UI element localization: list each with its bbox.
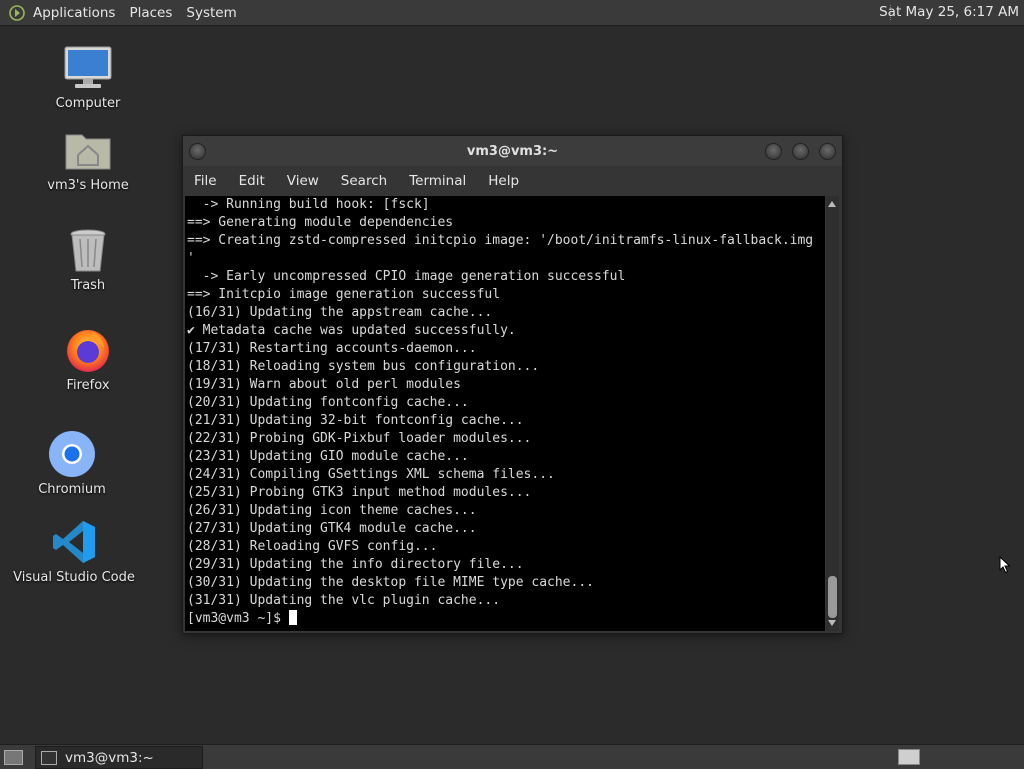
menu-terminal[interactable]: Terminal bbox=[409, 173, 466, 189]
trash-icon bbox=[63, 226, 113, 274]
terminal-scrollbar[interactable] bbox=[826, 196, 839, 631]
firefox-icon bbox=[63, 326, 113, 374]
terminal-line: ==> Generating module dependencies bbox=[187, 215, 454, 230]
desktop-icon-chromium[interactable]: Chromium bbox=[32, 430, 112, 497]
desktop-icon-label: vm3's Home bbox=[47, 178, 129, 193]
terminal-output[interactable]: -> Running build hook: [fsck] ==> Genera… bbox=[185, 196, 825, 631]
scrollbar-thumb[interactable] bbox=[828, 576, 837, 618]
window-menubar: File Edit View Search Terminal Help bbox=[183, 166, 842, 196]
terminal-line: (28/31) Reloading GVFS config... bbox=[187, 539, 438, 554]
desktop-icon-firefox[interactable]: Firefox bbox=[48, 326, 128, 393]
desktop-icon-label: Computer bbox=[55, 96, 121, 111]
terminal-line: -> Running build hook: [fsck] bbox=[187, 197, 430, 212]
desktop-icon-label: Trash bbox=[70, 278, 106, 293]
taskbar-window-button[interactable]: vm3@vm3:~ bbox=[35, 746, 203, 769]
chromium-icon bbox=[47, 430, 97, 478]
menu-view[interactable]: View bbox=[287, 173, 319, 189]
top-panel: Applications Places System Sat May 25, 6… bbox=[0, 0, 1024, 26]
terminal-line: (31/31) Updating the vlc plugin cache... bbox=[187, 593, 501, 608]
mouse-pointer-icon bbox=[999, 556, 1011, 574]
terminal-icon bbox=[41, 750, 57, 765]
terminal-line: ==> Creating zstd-compressed initcpio im… bbox=[187, 233, 814, 248]
menu-help[interactable]: Help bbox=[488, 173, 519, 189]
terminal-line: ✔ Metadata cache was updated successfull… bbox=[187, 323, 516, 338]
desktop-icon-label: Chromium bbox=[38, 482, 106, 497]
close-button[interactable] bbox=[819, 143, 836, 160]
scroll-up-arrow-icon[interactable] bbox=[828, 201, 836, 207]
terminal-line: (20/31) Updating fontconfig cache... bbox=[187, 395, 469, 410]
terminal-line: (22/31) Probing GDK-Pixbuf loader module… bbox=[187, 431, 532, 446]
terminal-line: (27/31) Updating GTK4 module cache... bbox=[187, 521, 477, 536]
desktop-icon-label: Visual Studio Code bbox=[13, 570, 135, 585]
terminal-line: (29/31) Updating the info directory file… bbox=[187, 557, 524, 572]
window-title: vm3@vm3:~ bbox=[466, 144, 559, 159]
window-titlebar[interactable]: vm3@vm3:~ bbox=[183, 136, 842, 166]
desktop-icon-label: Firefox bbox=[66, 378, 110, 393]
menu-places[interactable]: Places bbox=[129, 5, 172, 21]
terminal-line: (25/31) Probing GTK3 input method module… bbox=[187, 485, 532, 500]
menu-system[interactable]: System bbox=[186, 5, 236, 21]
minimize-button[interactable] bbox=[765, 143, 782, 160]
menu-applications[interactable]: Applications bbox=[33, 5, 115, 21]
terminal-prompt-line[interactable]: [vm3@vm3 ~]$ bbox=[185, 610, 825, 628]
terminal-line: (16/31) Updating the appstream cache... bbox=[187, 305, 493, 320]
terminal-line: (18/31) Reloading system bus configurati… bbox=[187, 359, 540, 374]
desktop-icon-computer[interactable]: Computer bbox=[48, 44, 128, 111]
terminal-line: (24/31) Compiling GSettings XML schema f… bbox=[187, 467, 555, 482]
desktop-icon-vscode[interactable]: Visual Studio Code bbox=[13, 518, 135, 585]
terminal-line: (17/31) Restarting accounts-daemon... bbox=[187, 341, 477, 356]
terminal-line: (19/31) Warn about old perl modules bbox=[187, 377, 461, 392]
clock[interactable]: Sat May 25, 6:17 AM bbox=[879, 4, 1019, 20]
terminal-line: -> Early uncompressed CPIO image generat… bbox=[187, 269, 626, 284]
vscode-icon bbox=[49, 518, 99, 566]
workspace-switcher-icon[interactable] bbox=[898, 749, 920, 765]
terminal-line: (30/31) Updating the desktop file MIME t… bbox=[187, 575, 594, 590]
distro-logo-icon[interactable] bbox=[9, 4, 25, 21]
terminal-line: (21/31) Updating 32-bit fontconfig cache… bbox=[187, 413, 524, 428]
home-folder-icon bbox=[63, 126, 113, 174]
terminal-window[interactable]: vm3@vm3:~ File Edit View Search Terminal… bbox=[182, 135, 843, 634]
terminal-line: ==> Initcpio image generation successful bbox=[187, 287, 501, 302]
terminal-prompt: [vm3@vm3 ~]$ bbox=[187, 611, 289, 626]
maximize-button[interactable] bbox=[792, 143, 809, 160]
menu-search[interactable]: Search bbox=[341, 173, 387, 189]
bottom-panel: vm3@vm3:~ bbox=[0, 744, 1024, 769]
terminal-line: ' bbox=[187, 251, 195, 266]
scroll-down-arrow-icon[interactable] bbox=[828, 620, 836, 626]
show-desktop-icon[interactable] bbox=[4, 750, 23, 765]
menu-file[interactable]: File bbox=[194, 173, 217, 189]
text-cursor bbox=[288, 610, 297, 625]
terminal-line: (23/31) Updating GIO module cache... bbox=[187, 449, 469, 464]
desktop-icon-home[interactable]: vm3's Home bbox=[43, 126, 133, 193]
menu-edit[interactable]: Edit bbox=[239, 173, 265, 189]
taskbar-window-label: vm3@vm3:~ bbox=[65, 749, 154, 766]
computer-icon bbox=[63, 44, 113, 92]
desktop-icon-trash[interactable]: Trash bbox=[48, 226, 128, 293]
terminal-line: (26/31) Updating icon theme caches... bbox=[187, 503, 477, 518]
